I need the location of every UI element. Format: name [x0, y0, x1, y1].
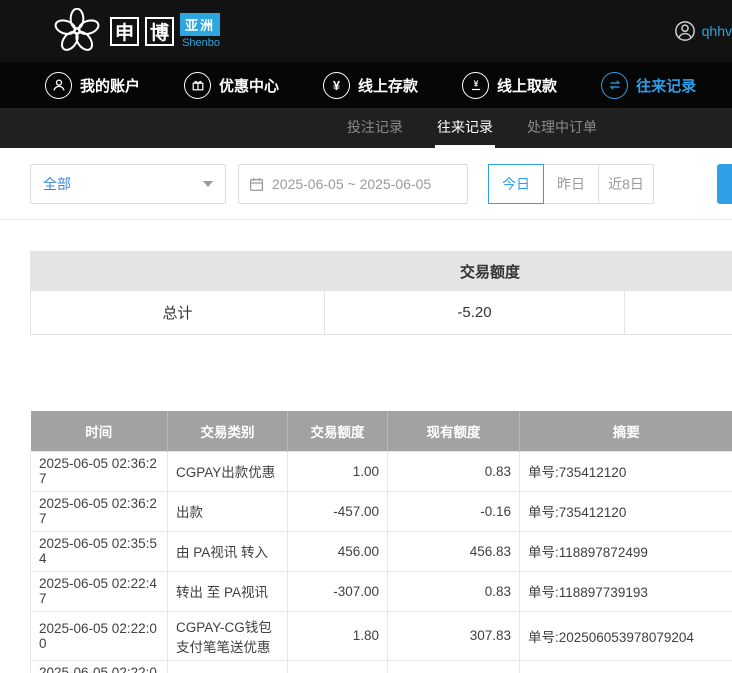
header-balance: 现有额度: [388, 411, 520, 451]
summary-total-label: 总计: [30, 291, 325, 334]
cell-time: 2025-06-05 02:36:27: [31, 491, 168, 531]
header-amount: 交易额度: [288, 411, 388, 451]
user-account[interactable]: qhhv: [674, 20, 732, 42]
cell-type: 由 PA视讯 转入: [168, 531, 288, 571]
quick-date-buttons: 今日 昨日 近8日: [488, 164, 654, 204]
cell-amount: -307.00: [288, 571, 388, 611]
cell-balance: 307.83: [388, 611, 520, 660]
brand-char-2: 博: [145, 17, 174, 46]
cell-memo: 单号:118897739193: [520, 571, 732, 611]
gift-icon: [184, 72, 211, 99]
nav-item-promotions[interactable]: 优惠中心: [184, 72, 279, 99]
nav-item-my-account[interactable]: 我的账户: [45, 72, 140, 99]
cell-time: 2025-06-05 02:22:00: [31, 660, 168, 673]
cell-balance: -0.16: [388, 491, 520, 531]
cell-amount: 1.80: [288, 611, 388, 660]
nav-item-withdraw[interactable]: ¥ 线上取款: [462, 72, 557, 99]
last-8-days-button[interactable]: 近8日: [598, 164, 654, 204]
records-icon: [601, 72, 628, 99]
header-time: 时间: [31, 411, 168, 451]
cell-time: 2025-06-05 02:36:27: [31, 451, 168, 491]
brand-region: 亚洲: [180, 13, 220, 36]
cell-type: CGPAY出款优惠: [168, 451, 288, 491]
brand-logo[interactable]: 申 博 亚洲 Shenbo: [54, 8, 220, 54]
summary-total-value: -5.20: [325, 291, 625, 334]
table-row: 2025-06-05 02:22:00 CGPAY支付 300.00 306.0…: [31, 660, 732, 673]
type-select-value: 全部: [43, 174, 71, 194]
summary-total-row: 总计 -5.20: [30, 291, 732, 335]
nav-label: 优惠中心: [219, 75, 279, 96]
cell-time: 2025-06-05 02:22:00: [31, 611, 168, 660]
cell-memo: 单号:202506053978079204: [520, 660, 732, 673]
username-label: qhhv: [702, 23, 732, 39]
cell-memo: 单号:202506053978079204: [520, 611, 732, 660]
flower-logo-icon: [54, 8, 100, 54]
date-range-input[interactable]: 2025-06-05 ~ 2025-06-05: [238, 164, 468, 204]
cell-memo: 单号:735412120: [520, 451, 732, 491]
table-row: 2025-06-05 02:22:47 转出 至 PA视讯 -307.00 0.…: [31, 571, 732, 611]
nav-label: 线上存款: [358, 75, 418, 96]
search-button[interactable]: [717, 164, 732, 204]
nav-item-records[interactable]: 往来记录: [601, 72, 696, 99]
summary-header: 交易额度: [30, 251, 732, 291]
filter-bar: 全部 2025-06-05 ~ 2025-06-05 今日 昨日 近8日: [0, 148, 732, 220]
date-range-value: 2025-06-05 ~ 2025-06-05: [272, 176, 431, 192]
tab-betting-records[interactable]: 投注记录: [345, 108, 405, 148]
table-row: 2025-06-05 02:22:00 CGPAY-CG钱包支付笔笔送优惠 1.…: [31, 611, 732, 660]
table-row: 2025-06-05 02:36:27 CGPAY出款优惠 1.00 0.83 …: [31, 451, 732, 491]
today-button[interactable]: 今日: [488, 164, 544, 204]
cell-type: 转出 至 PA视讯: [168, 571, 288, 611]
table-header-row: 时间 交易类别 交易额度 现有额度 摘要: [31, 411, 732, 451]
svg-text:¥: ¥: [473, 79, 478, 89]
brand-name-en: Shenbo: [182, 37, 220, 49]
summary-empty-cell: [625, 291, 732, 334]
cell-time: 2025-06-05 02:35:54: [31, 531, 168, 571]
nav-label: 线上取款: [497, 75, 557, 96]
cell-balance: 306.03: [388, 660, 520, 673]
table-row: 2025-06-05 02:35:54 由 PA视讯 转入 456.00 456…: [31, 531, 732, 571]
cell-amount: 1.00: [288, 451, 388, 491]
cell-type: CGPAY-CG钱包支付笔笔送优惠: [168, 611, 288, 660]
cell-amount: 300.00: [288, 660, 388, 673]
cell-balance: 0.83: [388, 451, 520, 491]
type-select[interactable]: 全部: [30, 164, 226, 204]
chevron-down-icon: [203, 181, 213, 187]
main-nav: 我的账户 优惠中心 ¥ 线上存款 ¥ 线上取款 往来记录: [0, 62, 732, 108]
user-avatar-icon: [674, 20, 696, 42]
nav-item-deposit[interactable]: ¥ 线上存款: [323, 72, 418, 99]
records-table: 时间 交易类别 交易额度 现有额度 摘要 2025-06-05 02:36:27…: [30, 411, 732, 673]
table-row: 2025-06-05 02:36:27 出款 -457.00 -0.16 单号:…: [31, 491, 732, 531]
sub-nav: 投注记录 往来记录 处理中订单: [0, 108, 732, 148]
topbar: 申 博 亚洲 Shenbo qhhv: [0, 0, 732, 62]
cell-type: 出款: [168, 491, 288, 531]
cell-balance: 0.83: [388, 571, 520, 611]
cell-time: 2025-06-05 02:22:47: [31, 571, 168, 611]
cell-balance: 456.83: [388, 531, 520, 571]
tab-processing-orders[interactable]: 处理中订单: [525, 108, 599, 148]
user-icon: [45, 72, 72, 99]
cell-memo: 单号:118897872499: [520, 531, 732, 571]
yesterday-button[interactable]: 昨日: [543, 164, 599, 204]
header-memo: 摘要: [520, 411, 732, 451]
cell-memo: 单号:735412120: [520, 491, 732, 531]
summary-table: 交易额度 总计 -5.20: [30, 251, 732, 335]
nav-label: 往来记录: [636, 75, 696, 96]
cell-amount: 456.00: [288, 531, 388, 571]
deposit-icon: ¥: [323, 72, 350, 99]
tab-transaction-records[interactable]: 往来记录: [435, 108, 495, 148]
cell-amount: -457.00: [288, 491, 388, 531]
calendar-icon: [249, 177, 264, 192]
nav-label: 我的账户: [80, 75, 140, 96]
records-section: 时间 交易类别 交易额度 现有额度 摘要 2025-06-05 02:36:27…: [30, 411, 732, 673]
cell-type: CGPAY支付: [168, 660, 288, 673]
brand-char-1: 申: [110, 17, 139, 46]
withdraw-icon: ¥: [462, 72, 489, 99]
header-type: 交易类别: [168, 411, 288, 451]
